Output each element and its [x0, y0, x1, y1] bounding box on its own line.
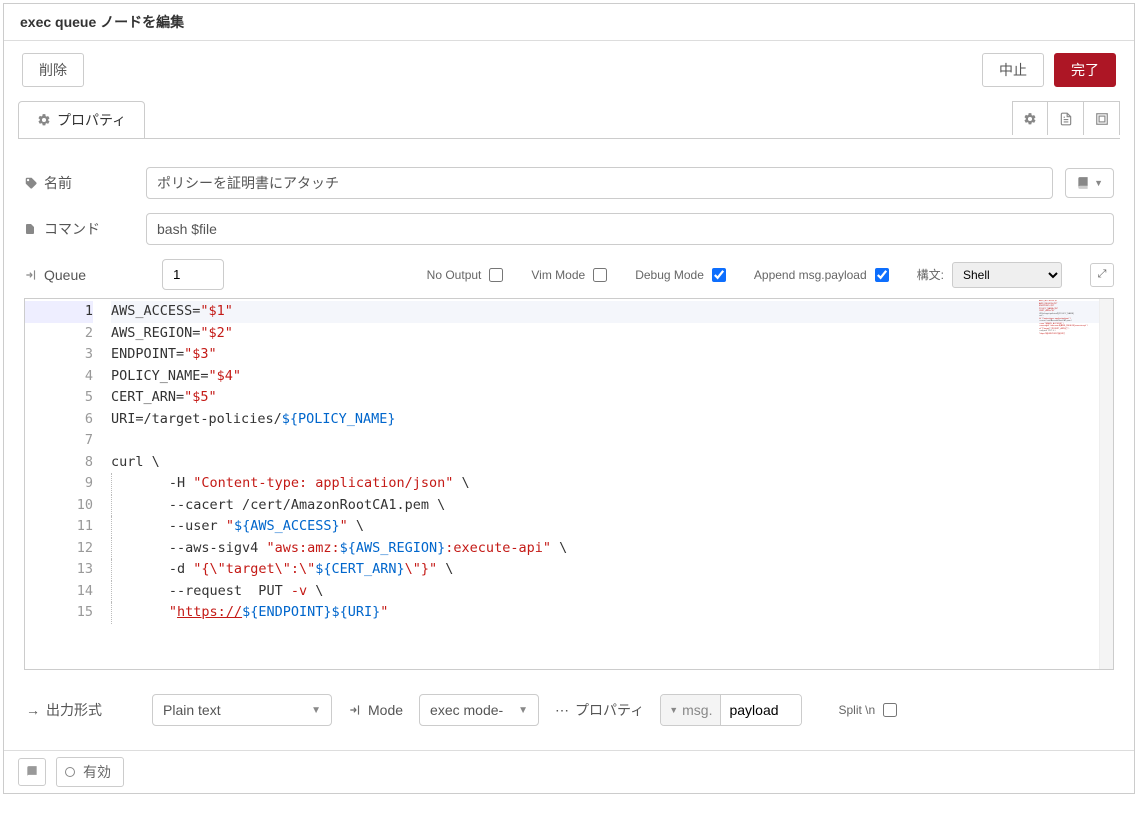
- no-output-checkbox[interactable]: [489, 268, 503, 282]
- editor-scrollbar[interactable]: [1099, 299, 1113, 669]
- share-icon: [24, 268, 38, 282]
- book-icon: [1076, 176, 1090, 190]
- toolbar: 削除 中止 完了: [4, 41, 1134, 101]
- footer: 有効: [4, 750, 1134, 793]
- tab-label: プロパティ: [57, 110, 126, 130]
- document-icon-button[interactable]: [1048, 101, 1084, 135]
- split-checkbox[interactable]: [883, 703, 897, 717]
- property-input[interactable]: [721, 695, 801, 725]
- share-arrow-icon: [348, 703, 362, 717]
- syntax-select[interactable]: Shell: [952, 262, 1062, 288]
- book-icon: [25, 765, 39, 779]
- split-label: Split \n: [838, 703, 875, 717]
- chevron-down-icon: ▼: [518, 705, 528, 716]
- append-label: Append msg.payload: [754, 268, 867, 282]
- debug-mode-checkbox[interactable]: [712, 268, 726, 282]
- tab-properties[interactable]: プロパティ: [18, 101, 145, 139]
- mode-select[interactable]: exec mode-▼: [419, 694, 539, 726]
- chevron-down-icon: ▼: [311, 705, 321, 716]
- tag-icon: [24, 176, 38, 190]
- caret-down-icon: ▼: [1094, 178, 1103, 188]
- gear-icon: [37, 113, 51, 127]
- settings-icon-button[interactable]: [1012, 101, 1048, 135]
- property-input-group: ▼ msg.: [660, 694, 802, 726]
- property-type-button[interactable]: ▼ msg.: [661, 695, 721, 725]
- arrow-right-icon: →: [26, 702, 40, 718]
- editor-minimap: AWS_ACCESS="$1"AWS_REGION="$2"ENDPOINT="…: [1039, 300, 1095, 340]
- tab-bar: プロパティ: [4, 101, 1134, 139]
- circle-icon: [65, 767, 75, 777]
- vim-mode-label: Vim Mode: [531, 268, 585, 282]
- editor-gutter: 123456789101112131415: [25, 299, 111, 669]
- command-input[interactable]: [146, 213, 1114, 245]
- property-label: ⋯ プロパティ: [555, 700, 644, 720]
- no-output-label: No Output: [427, 268, 482, 282]
- cancel-button[interactable]: 中止: [982, 53, 1044, 87]
- editor-panel: exec queue ノードを編集 削除 中止 完了 プロパティ: [3, 3, 1135, 794]
- queue-label: Queue: [24, 267, 134, 283]
- done-button[interactable]: 完了: [1054, 53, 1116, 87]
- vim-mode-checkbox[interactable]: [593, 268, 607, 282]
- code-editor[interactable]: 123456789101112131415 AWS_ACCESS="$1"AWS…: [24, 298, 1114, 670]
- output-format-select[interactable]: Plain text▼: [152, 694, 332, 726]
- queue-input[interactable]: [162, 259, 224, 290]
- name-input[interactable]: [146, 167, 1053, 199]
- info-book-button[interactable]: [18, 758, 46, 786]
- form-body: 名前 ▼ コマンド Queue: [4, 139, 1134, 750]
- enabled-toggle[interactable]: 有効: [56, 757, 124, 787]
- ellipsis-icon: ⋯: [555, 702, 569, 719]
- syntax-label: 構文:: [917, 266, 944, 283]
- file-icon: [24, 222, 38, 236]
- name-type-button[interactable]: ▼: [1065, 168, 1114, 198]
- delete-button[interactable]: 削除: [22, 53, 84, 87]
- panel-title: exec queue ノードを編集: [4, 4, 1134, 41]
- output-format-label: → 出力形式: [26, 700, 136, 720]
- append-checkbox[interactable]: [875, 268, 889, 282]
- debug-mode-label: Debug Mode: [635, 268, 704, 282]
- expand-button[interactable]: ⤢: [1090, 263, 1114, 287]
- editor-code[interactable]: AWS_ACCESS="$1"AWS_REGION="$2"ENDPOINT="…: [111, 299, 1113, 669]
- expand-icon: ⤢: [1098, 268, 1107, 281]
- caret-down-icon: ▼: [669, 705, 678, 715]
- name-label: 名前: [24, 173, 134, 193]
- layout-icon-button[interactable]: [1084, 101, 1120, 135]
- command-label: コマンド: [24, 219, 134, 239]
- mode-label: Mode: [348, 702, 403, 718]
